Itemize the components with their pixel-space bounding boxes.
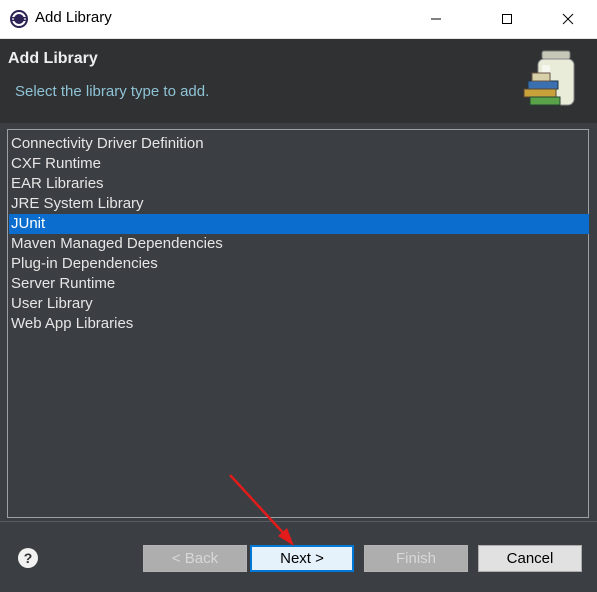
finish-button[interactable]: Finish — [364, 545, 468, 572]
library-type-list[interactable]: Connectivity Driver Definition CXF Runtim… — [7, 129, 589, 518]
close-button[interactable] — [545, 0, 591, 38]
library-books-icon — [520, 47, 584, 109]
window-title: Add Library — [35, 9, 112, 26]
dialog-header: Add Library Select the library type to a… — [0, 39, 597, 123]
list-item[interactable]: CXF Runtime — [9, 154, 589, 174]
minimize-button[interactable] — [413, 0, 459, 38]
list-item[interactable]: Maven Managed Dependencies — [9, 234, 589, 254]
maximize-button[interactable] — [484, 0, 530, 38]
maximize-icon — [502, 14, 512, 24]
next-button[interactable]: Next > — [250, 545, 354, 572]
dialog-footer: ? < Back Next > Finish Cancel — [0, 521, 597, 592]
list-item[interactable]: EAR Libraries — [9, 174, 589, 194]
list-item[interactable]: Web App Libraries — [9, 314, 589, 334]
list-item[interactable]: JUnit — [9, 214, 589, 234]
list-item[interactable]: JRE System Library — [9, 194, 589, 214]
close-icon — [562, 13, 574, 25]
title-bar: Add Library — [0, 0, 597, 39]
minimize-icon — [431, 18, 441, 20]
dialog-description: Select the library type to add. — [15, 83, 210, 100]
cancel-button[interactable]: Cancel — [478, 545, 582, 572]
list-item[interactable]: Server Runtime — [9, 274, 589, 294]
dialog-body: Connectivity Driver Definition CXF Runtim… — [0, 123, 597, 521]
dialog-title: Add Library — [8, 50, 98, 67]
eclipse-icon — [9, 9, 29, 29]
back-button[interactable]: < Back — [143, 545, 247, 572]
list-item[interactable]: Connectivity Driver Definition — [9, 134, 589, 154]
list-item[interactable]: Plug-in Dependencies — [9, 254, 589, 274]
list-item[interactable]: User Library — [9, 294, 589, 314]
help-icon[interactable]: ? — [18, 548, 38, 568]
